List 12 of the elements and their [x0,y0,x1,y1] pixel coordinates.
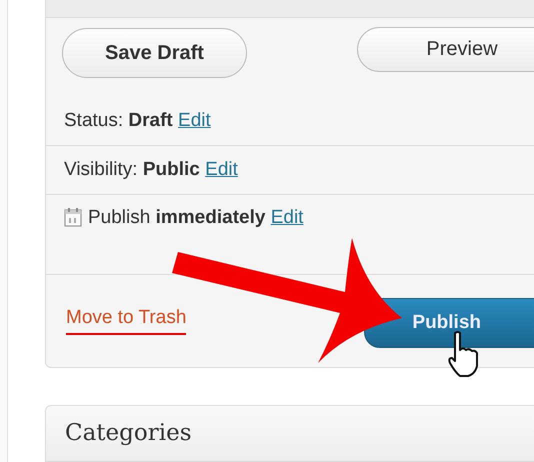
edit-link[interactable]: Edit [270,207,304,228]
preview-button[interactable]: Preview [357,27,534,72]
status-line: Status: Draft Edit [64,110,211,132]
publish-button[interactable]: Publish [364,298,534,348]
status-line: Publish immediately Edit [88,207,304,229]
box-title: Categories [65,420,192,446]
move-to-trash-link[interactable]: Move to Trash [66,307,186,335]
edit-link[interactable]: Edit [205,159,238,180]
save-draft-button[interactable]: Save Draft [62,28,247,78]
edit-link[interactable]: Edit [178,110,211,131]
calendar-icon [64,207,82,227]
status-line: Visibility: Public Edit [64,159,238,181]
